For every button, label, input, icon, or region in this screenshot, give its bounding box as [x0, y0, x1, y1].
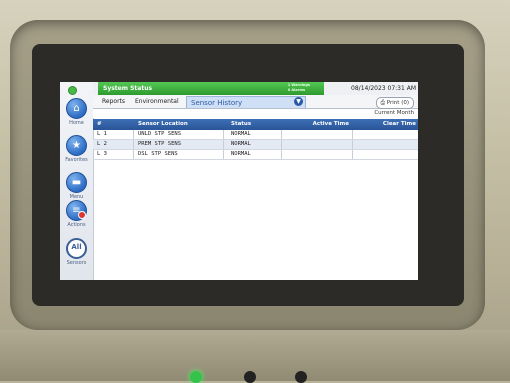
alarm-counts: 1 Warnings 0 Alarms [288, 83, 310, 93]
sidebar-item-sensors[interactable]: All Sensors [60, 238, 93, 266]
sensor-number: L 1 [97, 131, 107, 137]
home-icon: ⌂ [66, 98, 87, 119]
sensor-location: PREM STP SENS [138, 141, 182, 147]
sidebar-item-favorites[interactable]: ★ Favorites [60, 135, 93, 163]
column-divider [223, 130, 224, 139]
column-divider [133, 150, 134, 159]
column-divider [223, 140, 224, 149]
column-header[interactable]: Active Time [281, 119, 349, 130]
clear-time [352, 130, 416, 139]
star-icon: ★ [66, 135, 87, 156]
alarm-count: 0 Alarms [287, 88, 306, 92]
active-time [281, 140, 349, 149]
menu-icon: ▬ [66, 172, 87, 193]
sidebar-item-label: Sensors [66, 260, 87, 266]
tab-label: Sensor History [191, 99, 243, 107]
alarm-led [295, 371, 307, 383]
column-header[interactable]: Sensor Location [138, 119, 188, 130]
active-time [281, 130, 349, 139]
warning-led [244, 371, 256, 383]
sensor-history-table: # Sensor Location Status Active Time Cle… [93, 119, 418, 160]
status-bar: System Status 1 Warnings 0 Alarms 08/14/… [93, 82, 418, 95]
sidebar-item-label: Home [69, 120, 84, 126]
sensor-number: L 2 [97, 141, 107, 147]
table-header: # Sensor Location Status Active Time Cle… [93, 119, 418, 130]
sensor-number: L 3 [97, 151, 107, 157]
column-divider [223, 150, 224, 159]
system-status-button[interactable]: System Status 1 Warnings 0 Alarms [98, 82, 324, 95]
column-header[interactable]: # [97, 119, 102, 130]
tab-environmental[interactable]: Environmental [131, 96, 183, 108]
print-button-label: Print (0) [386, 100, 409, 106]
sidebar-item-menu[interactable]: ▬ Menu [60, 172, 93, 200]
table-row[interactable]: L 1 UNLD STP SENS NORMAL [93, 130, 418, 140]
tab-sensor-history[interactable]: Sensor History [186, 96, 306, 108]
period-filter[interactable]: Current Month [93, 109, 418, 118]
touch-screen: ⌂ Home ★ Favorites ▬ Menu ≡ Actions All … [60, 82, 418, 280]
sensor-location: UNLD STP SENS [138, 131, 182, 137]
sensor-status: NORMAL [231, 141, 251, 147]
all-sensors-icon: All [66, 238, 87, 259]
alert-badge-icon [78, 211, 86, 219]
sidebar-item-actions[interactable]: ≡ Actions [60, 200, 93, 228]
sensor-status: NORMAL [231, 151, 251, 157]
print-button[interactable]: ⎙ Print (0) [375, 97, 414, 109]
column-header[interactable]: Status [231, 119, 251, 130]
sidebar-item-label: Favorites [65, 157, 88, 163]
column-divider [133, 140, 134, 149]
clear-time [352, 150, 416, 159]
system-status-indicator [68, 86, 77, 95]
clear-time [352, 140, 416, 149]
system-status-label: System Status [103, 85, 153, 92]
printer-icon: ⎙ [380, 100, 386, 106]
breadcrumb-tabs: Reports Environmental Sensor History ▼ ⎙… [93, 95, 418, 109]
chevron-down-icon[interactable]: ▼ [294, 97, 303, 106]
sensor-status: NORMAL [231, 131, 251, 137]
power-led [190, 371, 202, 383]
date-time: 08/14/2023 07:31 AM [351, 85, 416, 92]
sidebar: ⌂ Home ★ Favorites ▬ Menu ≡ Actions All … [60, 82, 94, 280]
sensor-location: DSL STP SENS [138, 151, 178, 157]
column-divider [133, 130, 134, 139]
table-row[interactable]: L 2 PREM STP SENS NORMAL [93, 140, 418, 150]
column-header[interactable]: Clear Time [352, 119, 416, 130]
table-row[interactable]: L 3 DSL STP SENS NORMAL [93, 150, 418, 160]
sidebar-item-label: Actions [67, 222, 86, 228]
tab-reports[interactable]: Reports [98, 96, 129, 108]
active-time [281, 150, 349, 159]
sidebar-item-home[interactable]: ⌂ Home [60, 98, 93, 126]
